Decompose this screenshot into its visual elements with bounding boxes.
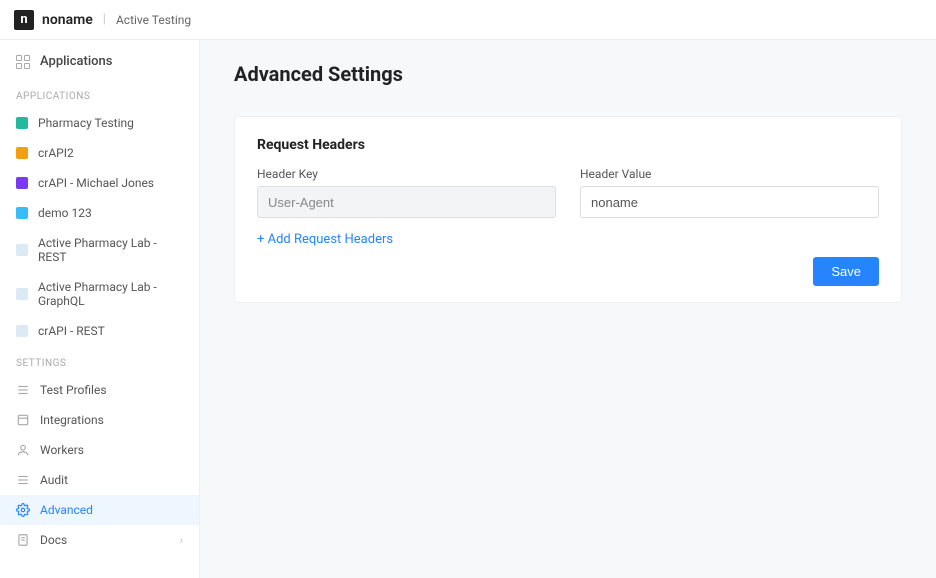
- sidebar-item-pharmacy-testing[interactable]: Pharmacy Testing: [0, 108, 199, 138]
- sidebar-item-test-profiles[interactable]: Test Profiles: [0, 375, 199, 405]
- sidebar-item-demo123[interactable]: demo 123: [0, 198, 199, 228]
- add-request-headers-link[interactable]: + Add Request Headers: [257, 232, 393, 247]
- sidebar-item-crapi-michael[interactable]: crAPI - Michael Jones: [0, 168, 199, 198]
- sidebar-item-label: Active Pharmacy Lab - REST: [38, 236, 183, 264]
- color-swatch: [16, 288, 28, 300]
- sidebar-item-crapi2[interactable]: crAPI2: [0, 138, 199, 168]
- sidebar-item-label: Workers: [40, 443, 84, 457]
- sidebar-top-label: Applications: [40, 54, 113, 69]
- sidebar-item-label: crAPI - Michael Jones: [38, 176, 154, 190]
- main-content: Advanced Settings Request Headers Header…: [200, 40, 936, 578]
- sidebar-item-advanced[interactable]: Advanced: [0, 495, 199, 525]
- sidebar-item-label: crAPI - REST: [38, 324, 105, 338]
- color-swatch: [16, 244, 28, 256]
- doc-icon: [16, 533, 30, 547]
- sidebar-item-active-pharmacy-rest[interactable]: Active Pharmacy Lab - REST: [0, 228, 199, 272]
- brand-divider: |: [103, 12, 106, 27]
- sidebar-top-applications[interactable]: Applications: [0, 40, 199, 79]
- brand-subtitle: Active Testing: [116, 13, 191, 27]
- sidebar-item-docs[interactable]: Docs ›: [0, 525, 199, 555]
- applications-grid-icon: [16, 55, 30, 69]
- list-icon: [16, 473, 30, 487]
- sidebar-item-active-pharmacy-graphql[interactable]: Active Pharmacy Lab - GraphQL: [0, 272, 199, 316]
- brand-name: noname: [42, 12, 93, 28]
- topbar: n noname | Active Testing: [0, 0, 936, 40]
- sidebar-item-audit[interactable]: Audit: [0, 465, 199, 495]
- header-key-input[interactable]: [257, 186, 556, 218]
- page-title: Advanced Settings: [234, 62, 902, 86]
- sidebar-item-integrations[interactable]: Integrations: [0, 405, 199, 435]
- color-swatch: [16, 207, 28, 219]
- sidebar-item-label: Integrations: [40, 413, 104, 427]
- sidebar-item-label: Pharmacy Testing: [38, 116, 134, 130]
- logo-icon: n: [14, 10, 34, 30]
- color-swatch: [16, 177, 28, 189]
- sidebar-item-label: Active Pharmacy Lab - GraphQL: [38, 280, 183, 308]
- sidebar-item-label: Test Profiles: [40, 383, 107, 397]
- sidebar-section-settings-label: SETTINGS: [0, 346, 199, 375]
- chevron-right-icon: ›: [180, 534, 183, 547]
- color-swatch: [16, 325, 28, 337]
- card-title: Request Headers: [257, 137, 879, 153]
- sidebar-item-label: demo 123: [38, 206, 92, 220]
- sidebar-section-applications-label: APPLICATIONS: [0, 79, 199, 108]
- sidebar-item-workers[interactable]: Workers: [0, 435, 199, 465]
- header-value-label: Header Value: [580, 167, 879, 181]
- color-swatch: [16, 147, 28, 159]
- sidebar-item-label: Advanced: [40, 503, 93, 517]
- box-icon: [16, 413, 30, 427]
- save-button[interactable]: Save: [813, 257, 879, 286]
- sidebar-item-label: Audit: [40, 473, 68, 487]
- sidebar-item-crapi-rest[interactable]: crAPI - REST: [0, 316, 199, 346]
- worker-icon: [16, 443, 30, 457]
- sidebar: Applications APPLICATIONS Pharmacy Testi…: [0, 40, 200, 578]
- sidebar-item-label: crAPI2: [38, 146, 74, 160]
- sidebar-item-label: Docs: [40, 533, 67, 547]
- list-icon: [16, 383, 30, 397]
- gear-icon: [16, 503, 30, 517]
- header-value-input[interactable]: [580, 186, 879, 218]
- request-headers-card: Request Headers Header Key Header Value …: [234, 116, 902, 303]
- header-key-label: Header Key: [257, 167, 556, 181]
- color-swatch: [16, 117, 28, 129]
